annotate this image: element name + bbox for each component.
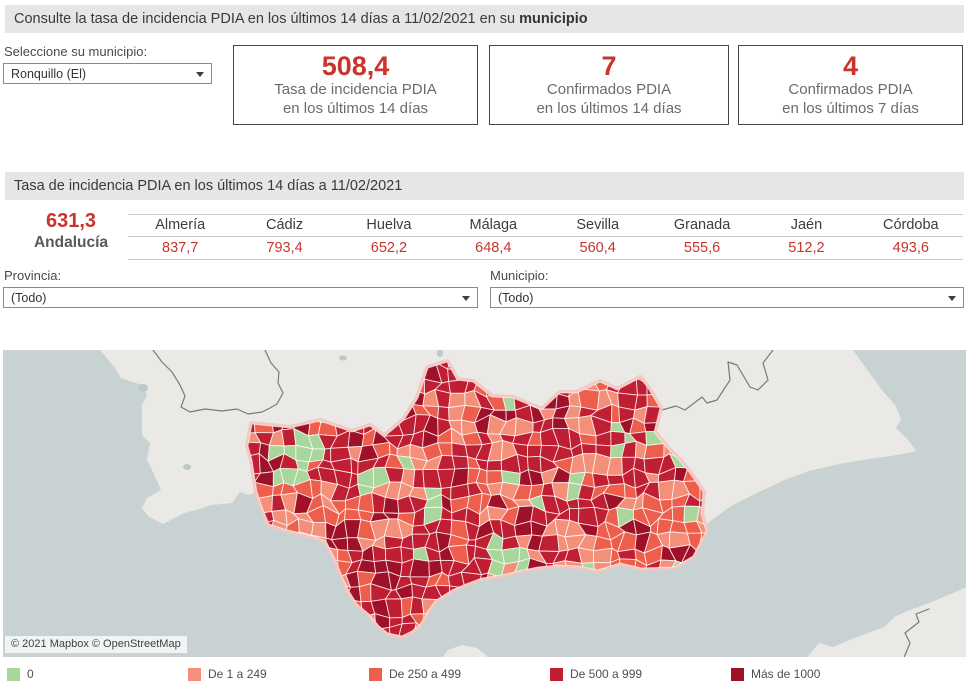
pdia-dashboard: { "colors": { "accent_red": "#c9342c", "… — [0, 0, 969, 692]
card-confirmed-14d: 7 Confirmados PDIA en los últimos 14 día… — [489, 45, 729, 125]
province-column: Córdoba493,6 — [859, 215, 963, 260]
legend-swatch — [550, 668, 563, 681]
page-title-bold: municipio — [519, 11, 587, 27]
chevron-down-icon — [462, 296, 470, 301]
card-incidence-rate: 508,4 Tasa de incidencia PDIA en los últ… — [233, 45, 478, 125]
province-name: Córdoba — [859, 215, 963, 237]
province-value[interactable]: 837,7 — [128, 237, 232, 260]
municipio-filter-label: Municipio: — [490, 268, 549, 283]
card-value: 508,4 — [322, 52, 390, 80]
municipio-dropdown-value: (Todo) — [498, 291, 533, 305]
legend-item[interactable]: 0 — [7, 667, 34, 681]
province-column: Almería837,7 — [128, 215, 232, 260]
provincia-dropdown[interactable]: (Todo) — [3, 287, 478, 308]
region-summary-value: 631,3 — [20, 210, 122, 232]
province-table: Almería837,7Cádiz793,4Huelva652,2Málaga6… — [128, 214, 963, 260]
province-name: Almería — [128, 215, 232, 237]
municipality-area[interactable] — [413, 470, 424, 488]
province-name: Huelva — [337, 215, 441, 237]
municipality-area[interactable] — [581, 444, 596, 454]
legend-item[interactable]: De 500 a 999 — [550, 667, 642, 681]
section-title-text: Tasa de incidencia PDIA en los últimos 1… — [14, 178, 402, 194]
province-column: Huelva652,2 — [337, 215, 441, 260]
municipality-selector-label: Seleccione su municipio: — [4, 44, 147, 59]
municipality-area[interactable] — [539, 535, 559, 552]
legend-swatch — [7, 668, 20, 681]
municipality-area[interactable] — [487, 460, 502, 471]
municipality-area[interactable] — [672, 506, 684, 523]
choropleth-map-container: © 2021 Mapbox © OpenStreetMap — [3, 350, 966, 657]
legend-item[interactable]: De 250 a 499 — [369, 667, 461, 681]
card-value: 4 — [843, 52, 858, 80]
provincia-filter-label: Provincia: — [4, 268, 61, 283]
municipality-area[interactable] — [644, 444, 664, 459]
municipality-area[interactable] — [410, 559, 430, 577]
legend-label: Más de 1000 — [751, 667, 820, 681]
province-column: Málaga648,4 — [441, 215, 545, 260]
card-value: 7 — [601, 52, 616, 80]
provincia-dropdown-value: (Todo) — [11, 291, 46, 305]
card-label-line1: Confirmados PDIA — [547, 80, 671, 99]
province-column: Cádiz793,4 — [232, 215, 336, 260]
legend-swatch — [731, 668, 744, 681]
card-label-line2: en los últimos 14 días — [536, 99, 681, 118]
legend-label: De 500 a 999 — [570, 667, 642, 681]
province-value[interactable]: 555,6 — [650, 237, 754, 260]
province-column: Granada555,6 — [650, 215, 754, 260]
province-value[interactable]: 560,4 — [546, 237, 650, 260]
region-summary: 631,3 Andalucía — [20, 210, 122, 253]
province-name: Málaga — [441, 215, 545, 237]
municipality-area[interactable] — [593, 548, 612, 562]
municipality-area[interactable] — [607, 475, 624, 485]
card-confirmed-7d: 4 Confirmados PDIA en los últimos 7 días — [738, 45, 963, 125]
legend-swatch — [188, 668, 201, 681]
legend-label: 0 — [27, 667, 34, 681]
legend-swatch — [369, 668, 382, 681]
card-label-line2: en los últimos 7 días — [782, 99, 919, 118]
municipality-dropdown[interactable]: Ronquillo (El) — [3, 63, 212, 84]
chevron-down-icon — [196, 72, 204, 77]
municipality-area[interactable] — [358, 493, 373, 513]
municipality-dropdown-value: Ronquillo (El) — [11, 67, 86, 81]
legend-label: De 250 a 499 — [389, 667, 461, 681]
card-label-line1: Tasa de incidencia PDIA — [274, 80, 437, 99]
choropleth-map[interactable] — [3, 350, 966, 657]
municipality-area[interactable] — [527, 445, 541, 457]
region-summary-label: Andalucía — [20, 232, 122, 253]
province-name: Cádiz — [232, 215, 336, 237]
province-value[interactable]: 793,4 — [232, 237, 336, 260]
province-name: Jaén — [754, 215, 858, 237]
map-attribution: © 2021 Mapbox © OpenStreetMap — [5, 636, 187, 653]
province-value[interactable]: 512,2 — [754, 237, 858, 260]
province-value[interactable]: 652,2 — [337, 237, 441, 260]
map-legend: 0 De 1 a 249 De 250 a 499 De 500 a 999 Más d… — [0, 660, 969, 692]
card-label-line1: Confirmados PDIA — [788, 80, 912, 99]
municipio-dropdown[interactable]: (Todo) — [490, 287, 964, 308]
legend-item[interactable]: De 1 a 249 — [188, 667, 267, 681]
chevron-down-icon — [948, 296, 956, 301]
page-title: Consulte la tasa de incidencia PDIA en l… — [5, 5, 964, 33]
legend-label: De 1 a 249 — [208, 667, 267, 681]
section-title: Tasa de incidencia PDIA en los últimos 1… — [5, 172, 964, 200]
municipality-area[interactable] — [452, 456, 468, 469]
province-name: Sevilla — [546, 215, 650, 237]
page-title-text: Consulte la tasa de incidencia PDIA en l… — [14, 11, 519, 27]
province-column: Jaén512,2 — [754, 215, 858, 260]
municipality-area[interactable] — [359, 584, 371, 602]
province-value[interactable]: 648,4 — [441, 237, 545, 260]
province-value[interactable]: 493,6 — [859, 237, 963, 260]
province-name: Granada — [650, 215, 754, 237]
municipality-area[interactable] — [383, 497, 399, 513]
legend-item[interactable]: Más de 1000 — [731, 667, 820, 681]
card-label-line2: en los últimos 14 días — [283, 99, 428, 118]
province-column: Sevilla560,4 — [546, 215, 650, 260]
